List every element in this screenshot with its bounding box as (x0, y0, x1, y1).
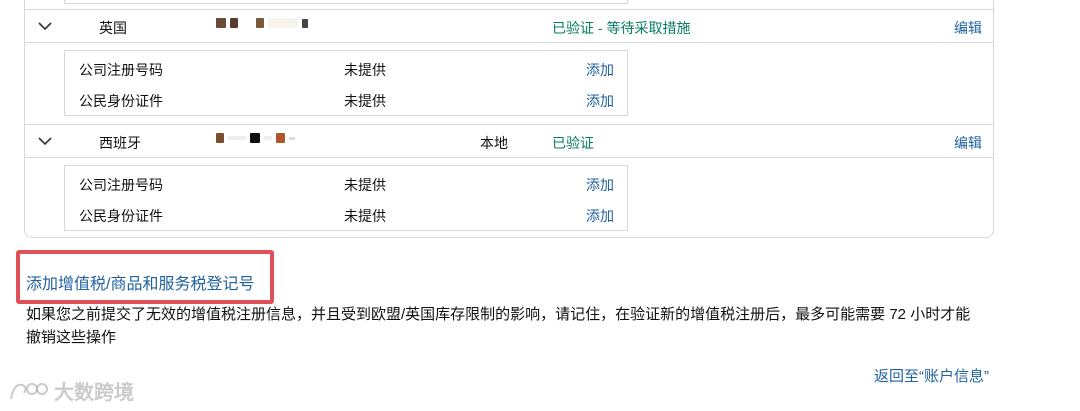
doc-row: 公民身份证件 未提供 添加 (65, 84, 627, 114)
chevron-down-icon[interactable] (38, 19, 52, 33)
country-name: 西班牙 (99, 135, 141, 151)
doc-label: 公民身份证件 (79, 93, 163, 109)
back-to-account-info-link[interactable]: 返回至“账户信息” (874, 365, 989, 386)
vat-number-redacted (216, 18, 308, 28)
add-doc-link[interactable]: 添加 (586, 91, 614, 111)
doc-label: 公司注册号码 (79, 62, 163, 78)
add-vat-registration-link[interactable]: 添加增值税/商品和服务税登记号 (26, 270, 254, 294)
doc-value: 未提供 (344, 62, 386, 78)
doc-label: 公民身份证件 (79, 208, 163, 224)
watermark: 大数跨境 (8, 376, 134, 405)
vat-docs-spain: 公司注册号码 未提供 添加 公民身份证件 未提供 添加 (64, 165, 628, 231)
country-name: 英国 (99, 20, 127, 36)
add-doc-link[interactable]: 添加 (586, 60, 614, 80)
doc-value: 未提供 (344, 93, 386, 109)
edit-link[interactable]: 编辑 (954, 18, 982, 38)
vat-number-redacted (216, 133, 295, 143)
chevron-down-icon[interactable] (38, 134, 52, 148)
vat-row-spain: 西班牙 本地 已验证 编辑 (24, 124, 994, 158)
doc-value: 未提供 (344, 208, 386, 224)
doc-row: 公民身份证件 未提供 添加 (65, 199, 627, 229)
watermark-text: 大数跨境 (54, 382, 134, 404)
watermark-logo-icon (10, 382, 48, 399)
doc-row: 公司注册号码 未提供 添加 (65, 53, 627, 83)
previous-subtable-edge (64, 0, 628, 4)
add-doc-link[interactable]: 添加 (586, 175, 614, 195)
vat-docs-uk: 公司注册号码 未提供 添加 公民身份证件 未提供 添加 (64, 50, 628, 116)
verification-status: 已验证 (552, 135, 594, 151)
edit-link[interactable]: 编辑 (954, 133, 982, 153)
doc-value: 未提供 (344, 177, 386, 193)
doc-row: 公司注册号码 未提供 添加 (65, 168, 627, 198)
local-flag: 本地 (480, 135, 508, 151)
vat-row-uk: 英国 已验证 - 等待采取措施 编辑 (24, 9, 994, 43)
verification-status: 已验证 - 等待采取措施 (552, 20, 691, 36)
doc-label: 公司注册号码 (79, 177, 163, 193)
add-doc-link[interactable]: 添加 (586, 206, 614, 226)
vat-restriction-note: 如果您之前提交了无效的增值税注册信息，并且受到欧盟/英国库存限制的影响，请记住，… (26, 306, 971, 346)
